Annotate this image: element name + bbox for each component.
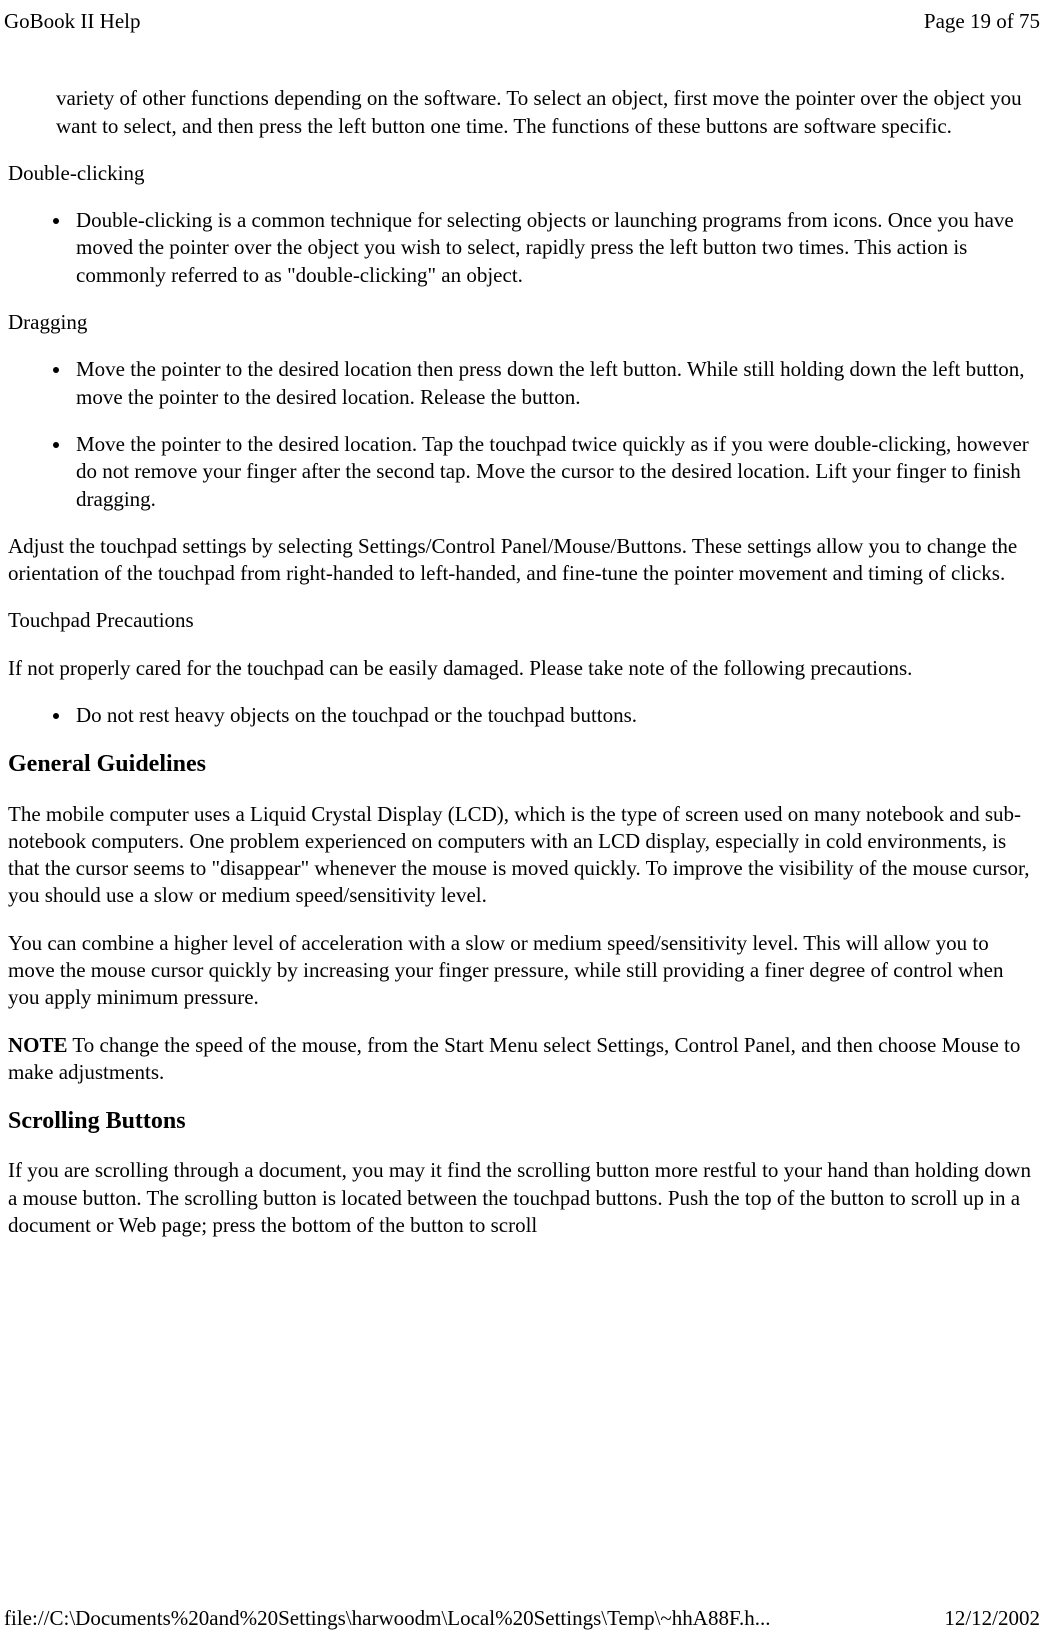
section-double-clicking-label: Double-clicking: [8, 160, 1040, 187]
page-header: GoBook II Help Page 19 of 75: [0, 0, 1048, 35]
section-precautions-label: Touchpad Precautions: [8, 607, 1040, 634]
precautions-list: Do not rest heavy objects on the touchpa…: [8, 702, 1040, 729]
footer-path: file://C:\Documents%20and%20Settings\har…: [4, 1605, 770, 1632]
adjust-paragraph: Adjust the touchpad settings by selectin…: [8, 533, 1040, 588]
list-item: Move the pointer to the desired location…: [72, 431, 1040, 513]
intro-continuation: variety of other functions depending on …: [8, 85, 1040, 140]
section-dragging-label: Dragging: [8, 309, 1040, 336]
double-clicking-list: Double-clicking is a common technique fo…: [8, 207, 1040, 289]
general-guidelines-para1: The mobile computer uses a Liquid Crysta…: [8, 801, 1040, 910]
dragging-list: Move the pointer to the desired location…: [8, 356, 1040, 512]
header-title: GoBook II Help: [4, 8, 140, 35]
list-item: Double-clicking is a common technique fo…: [72, 207, 1040, 289]
list-item: Do not rest heavy objects on the touchpa…: [72, 702, 1040, 729]
footer-date: 12/12/2002: [944, 1605, 1040, 1632]
heading-general-guidelines: General Guidelines: [8, 749, 1040, 780]
list-item: Move the pointer to the desired location…: [72, 356, 1040, 411]
heading-scrolling-buttons: Scrolling Buttons: [8, 1106, 1040, 1137]
note-text: To change the speed of the mouse, from t…: [8, 1033, 1020, 1084]
page-footer: file://C:\Documents%20and%20Settings\har…: [4, 1605, 1040, 1632]
note-paragraph: NOTE To change the speed of the mouse, f…: [8, 1032, 1040, 1087]
note-label: NOTE: [8, 1033, 68, 1057]
page-content: variety of other functions depending on …: [0, 35, 1048, 1239]
precautions-intro: If not properly cared for the touchpad c…: [8, 655, 1040, 682]
header-page-info: Page 19 of 75: [924, 8, 1040, 35]
general-guidelines-para2: You can combine a higher level of accele…: [8, 930, 1040, 1012]
scrolling-buttons-para1: If you are scrolling through a document,…: [8, 1157, 1040, 1239]
